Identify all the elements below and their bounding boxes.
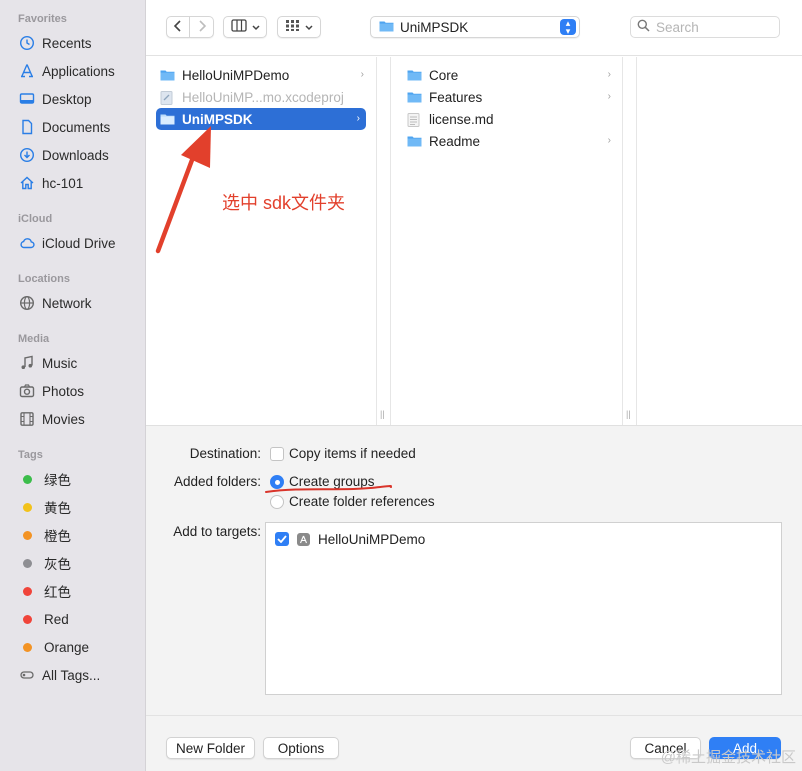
annotation-underline: [265, 485, 392, 493]
options-button[interactable]: Options: [263, 737, 339, 759]
watermark: @稀土掘金技术社区: [660, 749, 796, 766]
new-folder-button[interactable]: New Folder: [166, 737, 255, 759]
open-dialog: Favorites Recents Applications Desktop D…: [0, 0, 802, 771]
